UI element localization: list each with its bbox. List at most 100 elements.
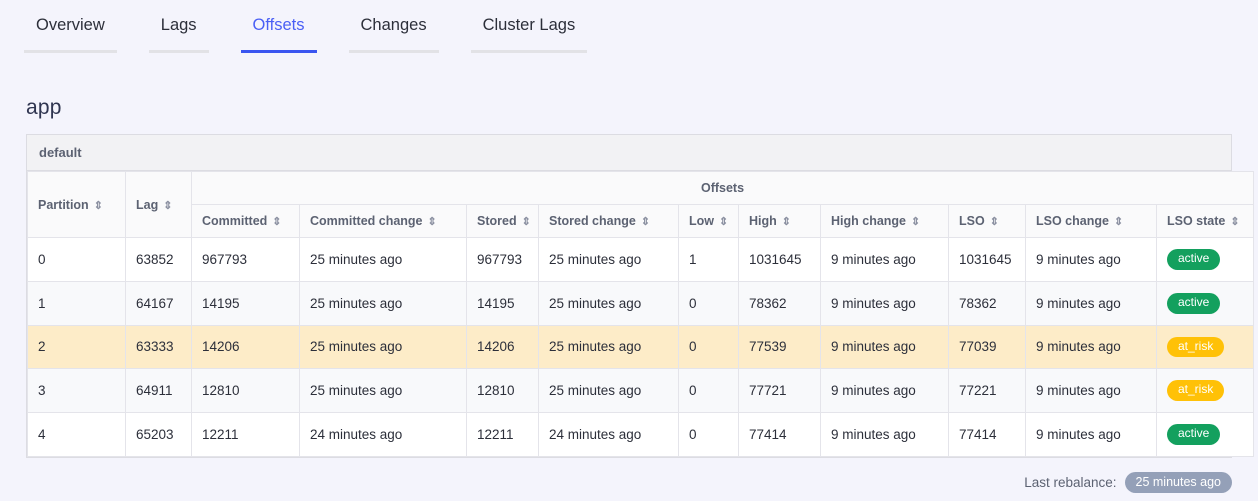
tab-underline: [24, 50, 117, 53]
sort-icon[interactable]: ⇕: [522, 216, 531, 228]
sort-icon[interactable]: ⇕: [1230, 216, 1239, 228]
cell-lag: 63333: [125, 324, 192, 370]
cell-lag: 63852: [125, 237, 192, 282]
tab-underline: [148, 50, 209, 53]
cell-low: 0: [678, 368, 739, 414]
status-badge: active: [1167, 249, 1221, 270]
column-header-label: Stored change: [549, 214, 636, 228]
offsets-table-card: default Partition ⇕ Lag ⇕ Offsets Committe…: [26, 134, 1255, 458]
column-header-stored[interactable]: Stored ⇕: [466, 204, 539, 238]
column-header-lag[interactable]: Lag ⇕: [125, 171, 192, 238]
cell-lso: 77414: [948, 412, 1026, 457]
table-row[interactable]: 0 63852 967793 25 minutes ago 967793 25 minut…: [27, 237, 1255, 282]
cell-high-change: 9 minutes ago: [820, 412, 949, 457]
cell-lso-state: active: [1155, 237, 1255, 282]
column-header-label: Low: [689, 214, 714, 228]
tab-label: Offsets: [252, 16, 305, 34]
cell-low: 0: [678, 280, 739, 326]
cell-committed-change: 25 minutes ago: [299, 324, 467, 370]
cell-stored-change: 24 minutes ago: [538, 412, 679, 457]
cell-stored: 14206: [466, 324, 539, 370]
tab-cluster-lags[interactable]: Cluster Lags: [470, 0, 588, 53]
column-header-partition[interactable]: Partition ⇕: [27, 171, 126, 238]
sort-icon[interactable]: ⇕: [641, 216, 650, 228]
column-header-committed-change[interactable]: Committed change ⇕: [299, 204, 467, 238]
cell-lso-state: at_risk: [1155, 324, 1255, 370]
sort-icon[interactable]: ⇕: [911, 216, 920, 228]
table-row[interactable]: 4 65203 12211 24 minutes ago 12211 24 minutes…: [27, 412, 1255, 457]
table-row[interactable]: 2 63333 14206 25 minutes ago 14206 25 minutes…: [27, 324, 1255, 370]
table-body: 0 63852 967793 25 minutes ago 967793 25 minut…: [27, 237, 1255, 457]
column-header-low[interactable]: Low ⇕: [678, 204, 739, 238]
column-header-lso[interactable]: LSO ⇕: [948, 204, 1026, 238]
cell-high-change: 9 minutes ago: [820, 237, 949, 282]
cell-stored: 14195: [466, 280, 539, 326]
cell-committed-change: 25 minutes ago: [299, 237, 467, 282]
column-header-label: High: [749, 214, 777, 228]
cell-lso: 1031645: [948, 237, 1026, 282]
tab-offsets[interactable]: Offsets: [240, 0, 317, 53]
cell-low: 1: [678, 237, 739, 282]
tab-bar: Overview Lags Offsets Changes Cluster La…: [0, 0, 1258, 62]
table-row[interactable]: 1 64167 14195 25 minutes ago 14195 25 minutes…: [27, 280, 1255, 326]
cell-lag: 64911: [125, 368, 192, 414]
column-header-high[interactable]: High ⇕: [738, 204, 821, 238]
tab-lags[interactable]: Lags: [148, 0, 209, 53]
table-row[interactable]: 3 64911 12810 25 minutes ago 12810 25 minutes…: [27, 368, 1255, 414]
sort-icon[interactable]: ⇕: [782, 216, 791, 228]
cell-partition: 2: [27, 324, 126, 370]
cell-high: 77414: [738, 412, 821, 457]
cell-committed: 14206: [191, 324, 300, 370]
sort-icon[interactable]: ⇕: [272, 216, 281, 228]
sort-icon[interactable]: ⇕: [94, 200, 103, 212]
cell-lso-state: active: [1155, 412, 1255, 457]
tab-underline: [348, 50, 439, 53]
tab-label: Changes: [360, 16, 427, 34]
sort-icon[interactable]: ⇕: [990, 216, 999, 228]
column-header-lso-state[interactable]: LSO state ⇕: [1155, 204, 1255, 238]
sort-icon[interactable]: ⇕: [428, 216, 437, 228]
tab-changes[interactable]: Changes: [348, 0, 439, 53]
cell-partition: 3: [27, 368, 126, 414]
column-header-label: Partition: [38, 197, 89, 212]
table-header: Partition ⇕ Lag ⇕ Offsets Committed ⇕ Commi…: [27, 171, 1255, 238]
cell-lag: 65203: [125, 412, 192, 457]
cell-lso-state: at_risk: [1155, 368, 1255, 414]
cell-high-change: 9 minutes ago: [820, 324, 949, 370]
column-header-label: Committed change: [310, 214, 423, 228]
cell-stored-change: 25 minutes ago: [538, 280, 679, 326]
cell-committed: 12810: [191, 368, 300, 414]
column-header-label: LSO state: [1167, 214, 1226, 228]
status-badge: active: [1167, 424, 1221, 445]
tab-overview[interactable]: Overview: [24, 0, 117, 53]
column-header-label: LSO change: [1036, 214, 1109, 228]
cell-stored-change: 25 minutes ago: [538, 324, 679, 370]
last-rebalance-label: Last rebalance:: [1024, 474, 1117, 490]
column-header-lso-change[interactable]: LSO change ⇕: [1025, 204, 1157, 238]
column-header-committed[interactable]: Committed ⇕: [191, 204, 300, 238]
table-header-row-group: Partition ⇕ Lag ⇕ Offsets: [27, 171, 1255, 238]
column-header-high-change[interactable]: High change ⇕: [820, 204, 949, 238]
column-header-stored-change[interactable]: Stored change ⇕: [538, 204, 679, 238]
cell-lso-change: 9 minutes ago: [1025, 324, 1157, 370]
status-badge: at_risk: [1167, 380, 1225, 402]
cell-stored: 12810: [466, 368, 539, 414]
cell-low: 0: [678, 324, 739, 370]
cell-lso: 77221: [948, 368, 1026, 414]
cell-stored: 967793: [466, 237, 539, 282]
tab-underline-active: [240, 50, 317, 53]
sort-icon[interactable]: ⇕: [163, 200, 172, 212]
cell-committed: 14195: [191, 280, 300, 326]
offsets-table: Partition ⇕ Lag ⇕ Offsets Committed ⇕ Commi…: [27, 171, 1255, 457]
sort-icon[interactable]: ⇕: [719, 216, 728, 228]
tab-label: Overview: [36, 16, 105, 34]
sort-icon[interactable]: ⇕: [1114, 216, 1123, 228]
column-header-label: Lag: [136, 197, 159, 212]
column-header-label: Committed: [202, 214, 268, 228]
cell-lso-change: 9 minutes ago: [1025, 280, 1157, 326]
cell-low: 0: [678, 412, 739, 457]
last-rebalance-badge: 25 minutes ago: [1124, 471, 1232, 493]
cell-stored: 12211: [466, 412, 539, 457]
tab-label: Cluster Lags: [482, 16, 576, 34]
cell-high: 78362: [738, 280, 821, 326]
